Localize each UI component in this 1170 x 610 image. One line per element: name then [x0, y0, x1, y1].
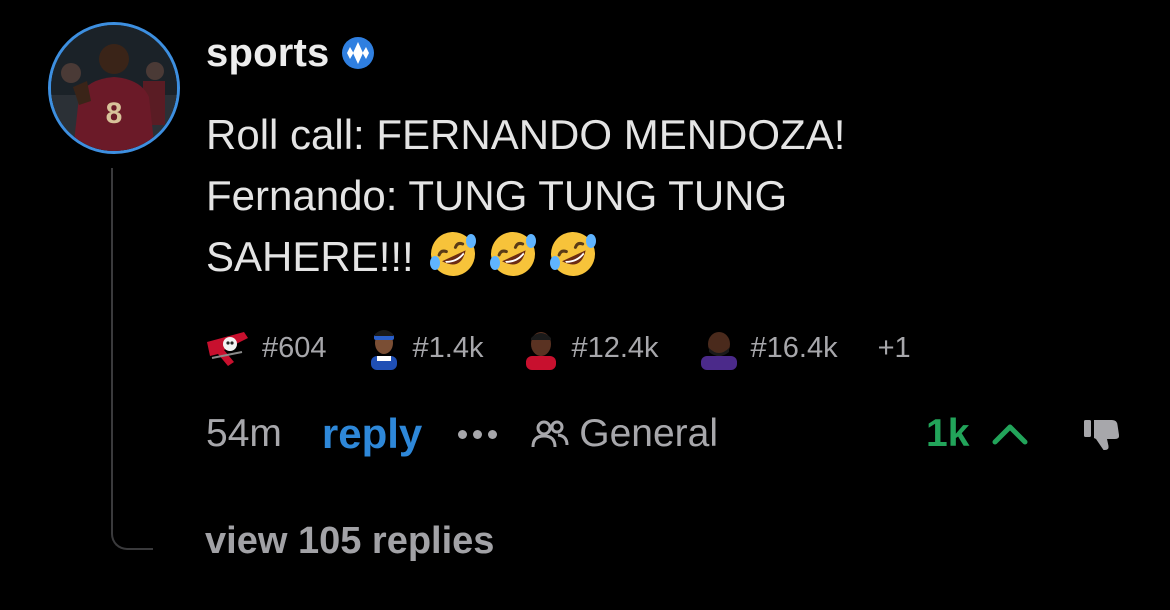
player-avatar-icon — [526, 332, 557, 370]
users-icon — [531, 420, 569, 448]
message-line-text: SAHERE!!! — [206, 233, 414, 280]
view-replies-link[interactable]: view 105 replies — [205, 520, 494, 563]
flair-label: #12.4k — [571, 331, 659, 364]
laughing-emoji-icon — [549, 232, 596, 276]
flair-row: #604 #1.4k #12.4k #16.4k +1 — [204, 322, 911, 374]
flair-label: #1.4k — [412, 331, 484, 364]
buccaneers-logo-icon — [207, 332, 248, 366]
more-options-icon[interactable] — [458, 429, 498, 439]
flair-badge[interactable]: #12.4k — [523, 326, 659, 370]
timestamp: 54m — [206, 412, 282, 455]
thumbs-down-icon[interactable] — [1082, 416, 1122, 452]
username[interactable]: sports — [206, 31, 329, 76]
avatar[interactable]: 8 — [48, 22, 180, 154]
flair-label: #604 — [262, 331, 327, 364]
flair-more-count[interactable]: +1 — [878, 332, 911, 365]
flair-badge[interactable]: #16.4k — [699, 326, 838, 370]
reply-button[interactable]: reply — [322, 410, 422, 458]
comment-actions: 54m reply General 1k — [206, 406, 1126, 462]
verified-badge-icon — [342, 37, 375, 69]
channel-label: General — [579, 412, 719, 455]
channel-button[interactable]: General — [531, 412, 718, 456]
flair-badge[interactable]: #604 — [204, 328, 327, 368]
svg-text:8: 8 — [106, 97, 123, 130]
laughing-emoji-icon — [429, 232, 476, 276]
upvote-chevron-icon[interactable] — [990, 418, 1030, 448]
vote-count: 1k — [926, 412, 970, 455]
message-line: Fernando: TUNG TUNG TUNG — [206, 172, 788, 219]
comment-message: Roll call: FERNANDO MENDOZA! Fernando: T… — [206, 104, 1106, 287]
thread-connector-line — [111, 168, 153, 550]
flair-badge[interactable]: #1.4k — [367, 326, 484, 370]
message-line: Roll call: FERNANDO MENDOZA! — [206, 111, 846, 158]
player-avatar-icon — [370, 330, 397, 370]
player-avatar-icon — [700, 332, 737, 370]
laughing-emoji-icon — [489, 232, 536, 276]
flair-label: #16.4k — [750, 331, 838, 364]
message-line-last: SAHERE!!! — [206, 226, 1106, 287]
avatar-photo: 8 — [51, 25, 177, 151]
